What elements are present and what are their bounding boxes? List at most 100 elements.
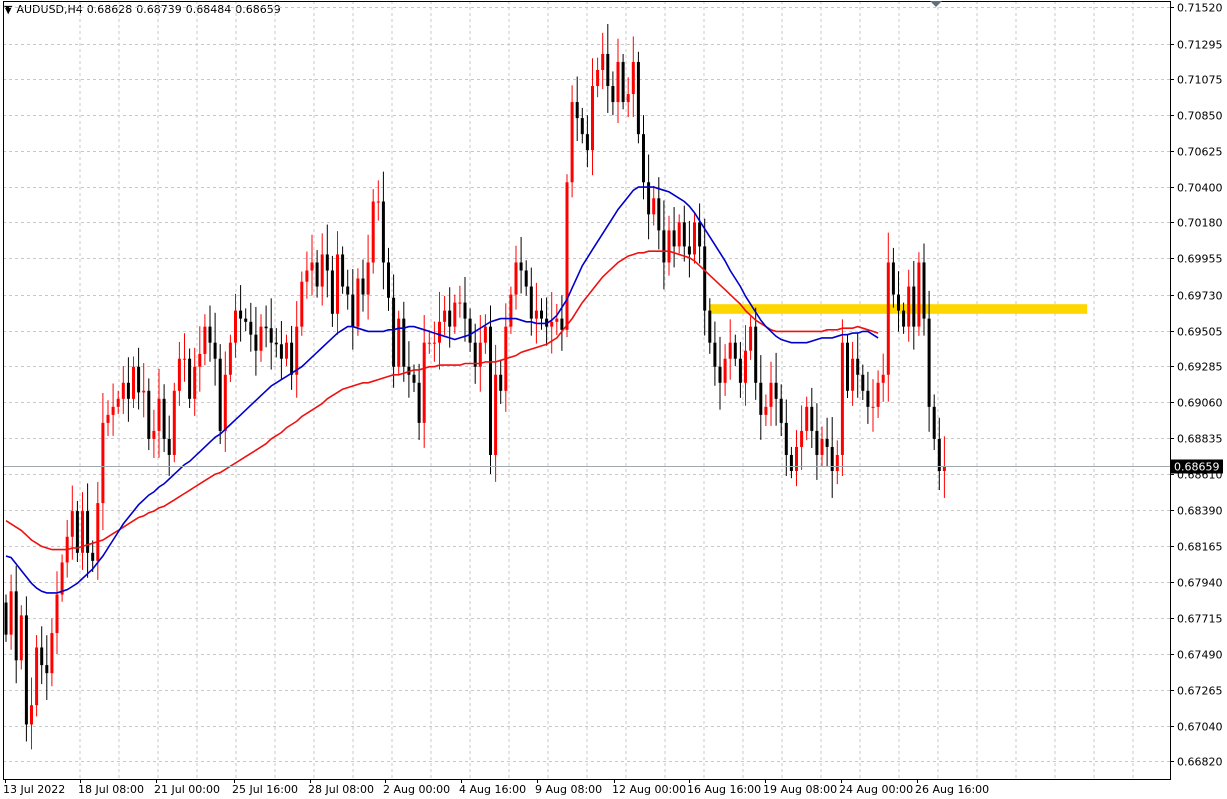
candle-body — [815, 430, 819, 455]
candle — [366, 234, 370, 320]
candle — [626, 77, 630, 118]
candle-body — [412, 374, 416, 383]
candle — [698, 203, 702, 264]
y-tick-label: 0.67490 — [1177, 649, 1223, 662]
price-axis[interactable]: 0.71520 0.71295 0.71075 0.70850 0.70625 0.704… — [1170, 2, 1223, 769]
y-tick-label: 0.68835 — [1177, 433, 1223, 446]
candle — [172, 382, 176, 463]
candle-body — [86, 511, 90, 553]
candle — [922, 243, 926, 336]
candle-body — [871, 406, 875, 408]
candle — [621, 53, 625, 110]
candle — [580, 107, 584, 144]
candle-body — [774, 382, 778, 399]
candle — [300, 271, 304, 336]
candle — [749, 316, 753, 360]
candle-body — [336, 254, 339, 314]
candle — [728, 319, 732, 380]
candle-body — [769, 382, 773, 407]
y-tick-label: 0.70400 — [1177, 182, 1223, 195]
candle-body — [366, 262, 370, 295]
candle — [591, 58, 594, 176]
candle-body — [494, 374, 498, 455]
candle-body — [657, 198, 661, 231]
candle-body — [91, 552, 95, 561]
candle-body — [239, 310, 243, 319]
candle — [897, 271, 900, 332]
candle-body — [172, 390, 176, 455]
candle-body — [616, 61, 620, 103]
candle — [917, 252, 921, 336]
candle — [851, 341, 855, 406]
candle-body — [652, 198, 656, 215]
candle — [315, 250, 319, 298]
candle — [886, 232, 890, 402]
candle — [682, 205, 686, 262]
candle — [320, 233, 324, 306]
candle-body — [96, 503, 100, 561]
y-tick-label: 0.69285 — [1177, 361, 1223, 374]
candle-body — [718, 366, 722, 383]
candles — [4, 24, 946, 750]
candle-body — [356, 278, 360, 327]
candle-body — [524, 270, 528, 287]
candle — [30, 677, 33, 750]
candle-body — [662, 230, 666, 263]
candle — [392, 274, 396, 388]
candle — [555, 304, 559, 335]
candle-body — [249, 321, 253, 335]
candle-body — [147, 390, 151, 439]
candle — [611, 71, 615, 116]
candle — [693, 212, 696, 264]
candle-body — [677, 222, 681, 247]
candle-body — [422, 342, 426, 423]
candle — [351, 269, 355, 350]
candle-body — [269, 328, 273, 343]
candle-body — [325, 254, 329, 271]
time-axis[interactable]: 13 Jul 2022 18 Jul 08:00 21 Jul 00:00 25 Ju… — [3, 779, 989, 796]
candle-body — [606, 53, 610, 87]
candle — [14, 565, 18, 684]
candle — [570, 85, 574, 198]
candle-body — [499, 374, 503, 391]
price-chart[interactable]: 0.71520 0.71295 0.71075 0.70850 0.70625 0.704… — [0, 0, 1227, 799]
y-tick-label: 0.68390 — [1177, 505, 1223, 518]
candle — [861, 364, 865, 400]
candle — [397, 310, 401, 374]
candle-body — [55, 594, 59, 634]
y-tick-label: 0.67040 — [1177, 721, 1223, 734]
candle-body — [152, 430, 156, 439]
candle — [687, 220, 691, 278]
candle-body — [137, 366, 141, 393]
candle-body — [723, 358, 727, 383]
candle — [285, 334, 288, 366]
candle-body — [703, 246, 707, 311]
candle — [738, 341, 742, 398]
candle — [106, 400, 110, 437]
candle-body — [580, 118, 584, 135]
candle — [575, 76, 579, 142]
candle — [121, 366, 125, 414]
candle-body — [575, 102, 579, 119]
candle — [596, 57, 600, 98]
candle — [769, 361, 773, 426]
candle-body — [840, 342, 844, 455]
candle — [137, 347, 141, 410]
candle-body — [805, 406, 809, 431]
y-tick-label: 0.70850 — [1177, 110, 1223, 123]
current-price-label: 0.68659 — [1174, 461, 1220, 474]
candle-body — [626, 94, 630, 103]
x-tick-label: 24 Aug 00:00 — [839, 783, 913, 796]
candle-body — [779, 398, 783, 423]
candle — [468, 308, 472, 352]
x-tick-label: 9 Aug 08:00 — [535, 783, 602, 796]
candle — [387, 247, 390, 311]
candle-body — [876, 382, 880, 407]
candle — [330, 255, 334, 327]
candle-body — [708, 310, 712, 343]
candle — [616, 38, 620, 124]
candle — [228, 334, 232, 382]
candle — [310, 234, 314, 296]
candle-body — [550, 321, 554, 327]
candle-body — [234, 310, 237, 343]
